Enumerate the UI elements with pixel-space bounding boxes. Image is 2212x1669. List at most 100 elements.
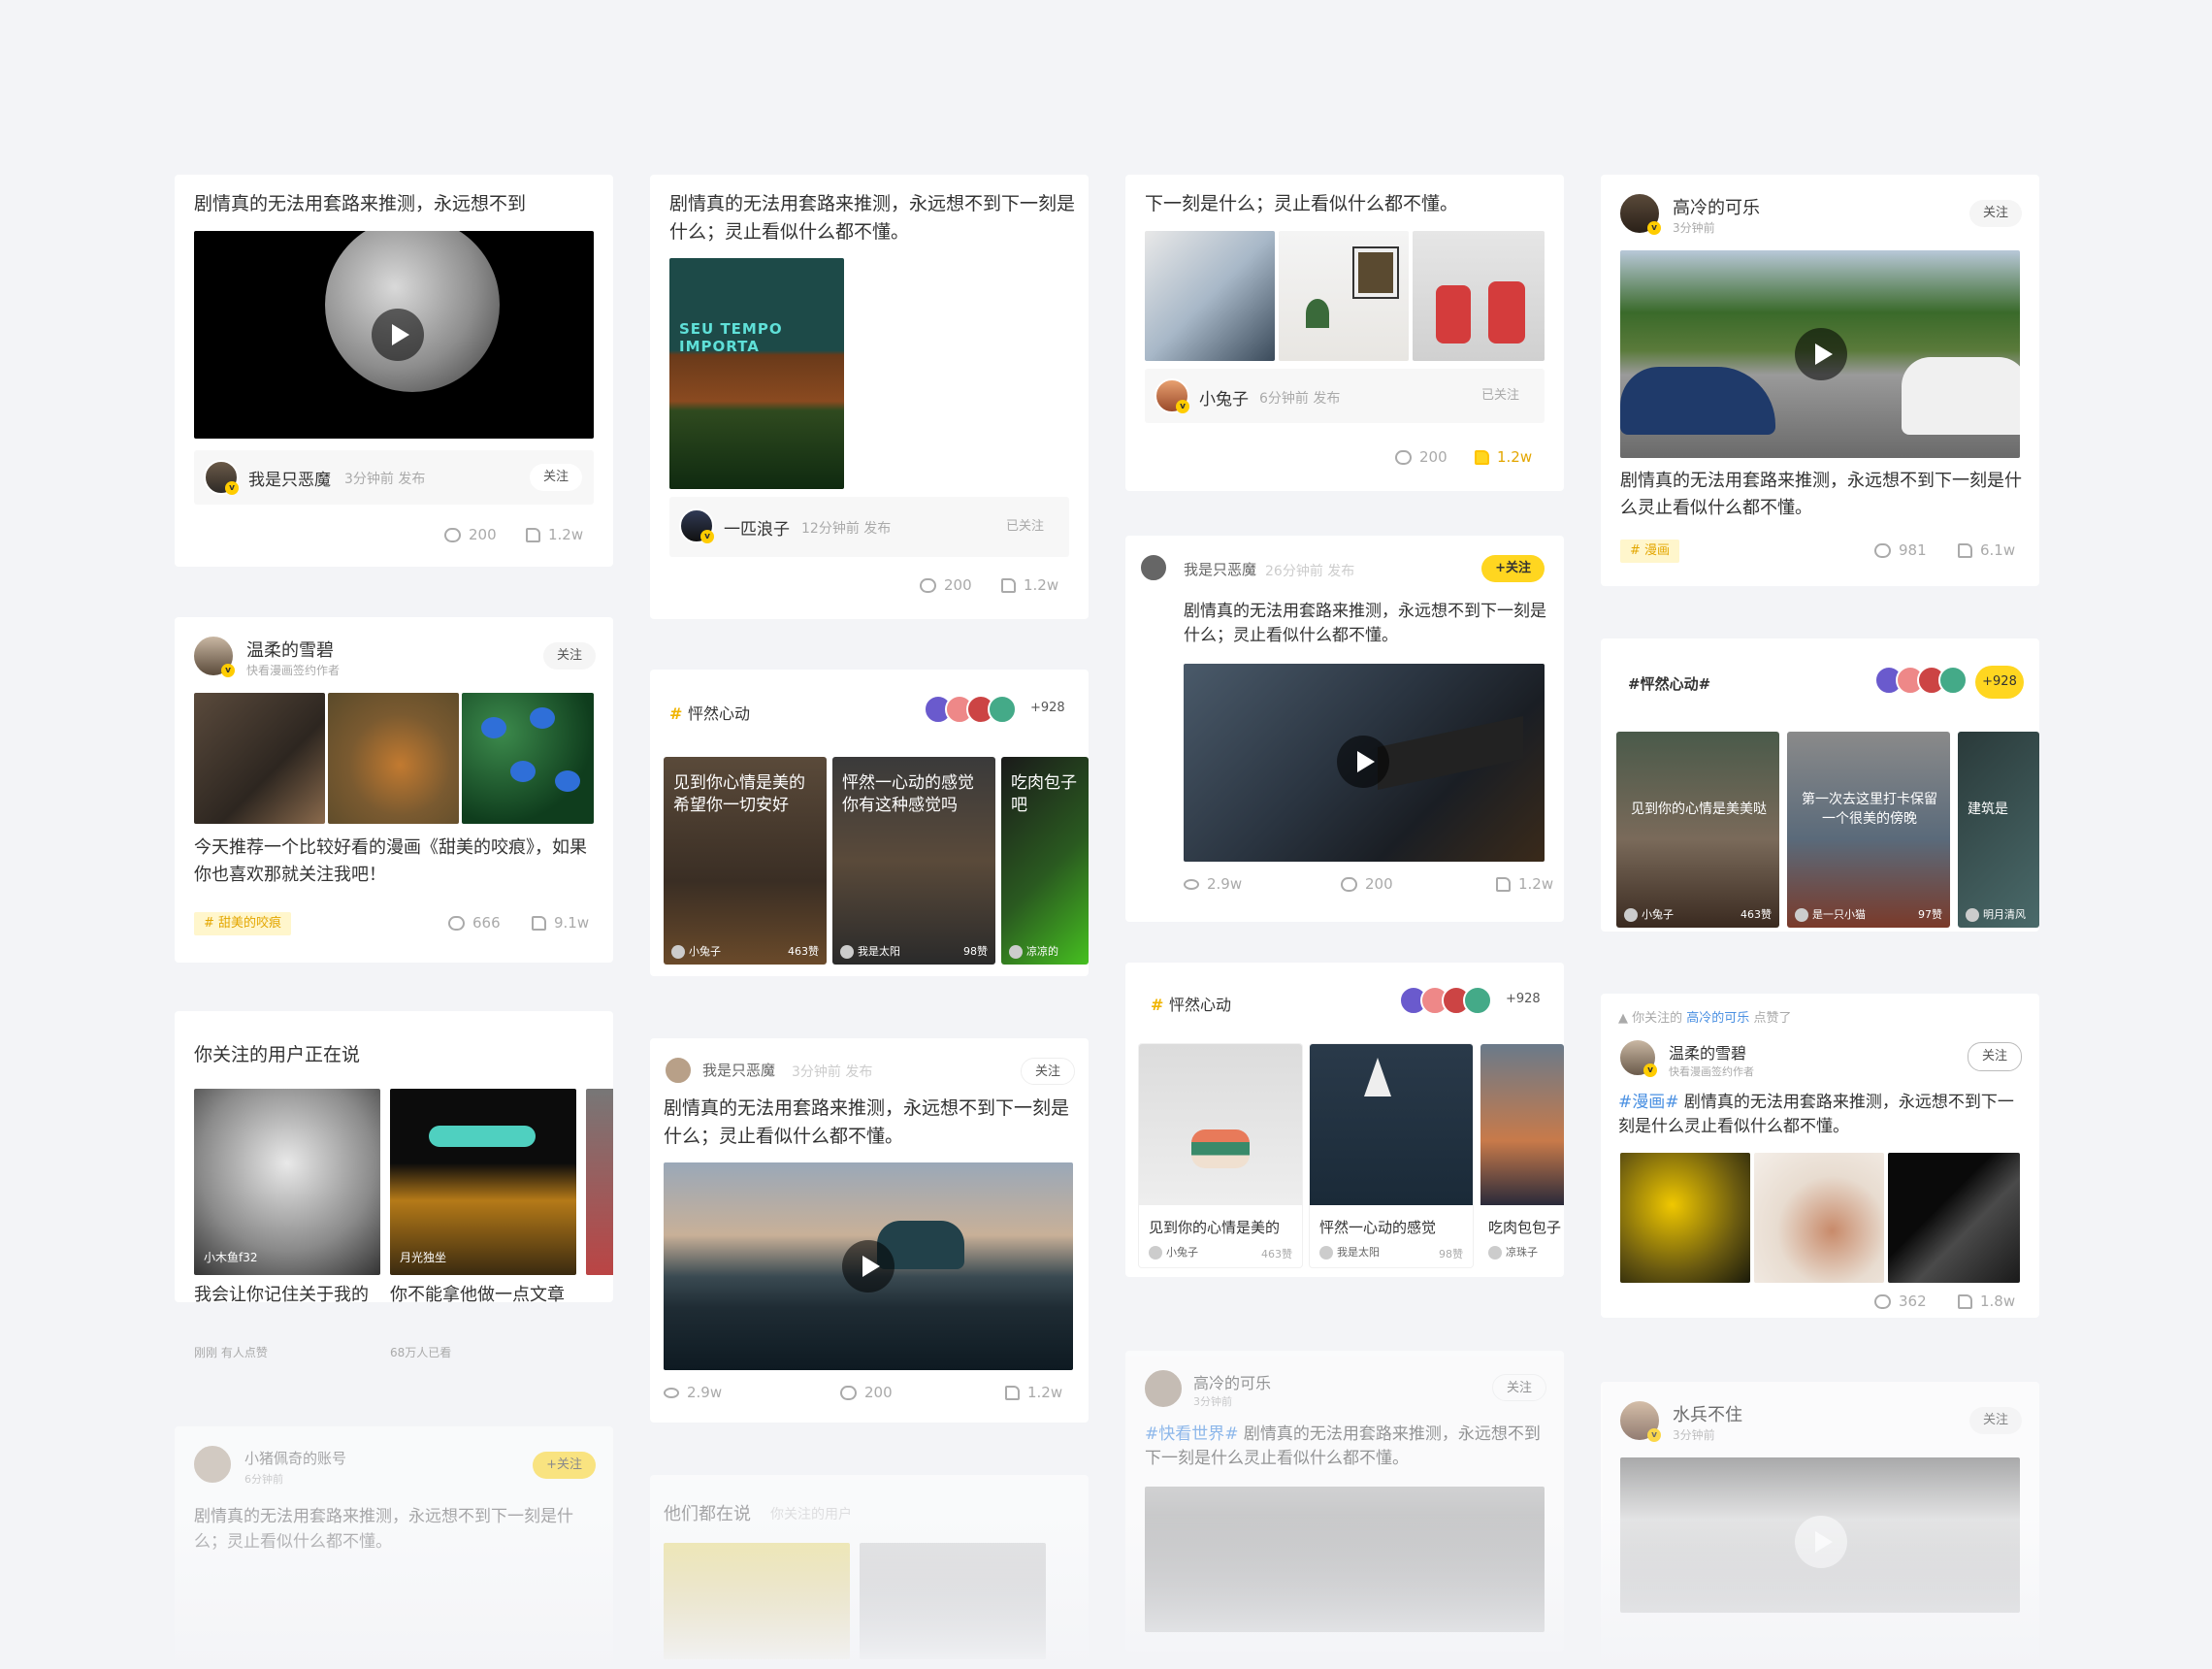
topic-item[interactable]: 见到你的心情是美的 小兔子 463赞	[1139, 1044, 1302, 1267]
topic-tag[interactable]: # 甜美的咬痕	[194, 912, 292, 935]
topic-title[interactable]: # 怦然心动	[669, 701, 750, 724]
car-video-thumbnail[interactable]	[664, 1162, 1073, 1370]
author-name[interactable]: 小猪佩奇的账号	[244, 1448, 346, 1468]
follow-button[interactable]: +关注	[533, 1452, 596, 1479]
participant-count[interactable]: +928	[1506, 992, 1541, 1006]
participant-count[interactable]: +928	[1030, 701, 1065, 715]
triple-image-card[interactable]: 下一刻是什么；灵止看似什么都不懂。 v 小兔子 6分钟前 发布 已关注 200 …	[1125, 175, 1564, 491]
play-icon[interactable]	[1795, 328, 1847, 380]
tiger-photo-thumbnail[interactable]	[328, 693, 459, 824]
like-count[interactable]: 1.2w	[1475, 448, 1532, 466]
author-name[interactable]: 高冷的可乐	[1673, 194, 1760, 219]
follow-button[interactable]: 关注	[1967, 1042, 2022, 1071]
notice-user-link[interactable]: 高冷的可乐	[1686, 1011, 1749, 1026]
sail-shape	[1364, 1058, 1391, 1096]
like-count[interactable]: 9.1w	[532, 914, 589, 932]
follow-button[interactable]: 关注	[1968, 200, 2022, 227]
comment-count[interactable]: 200	[1395, 448, 1448, 466]
item-text[interactable]: 我会让你记住关于我的一切	[194, 1283, 378, 1302]
avatar[interactable]	[664, 1056, 693, 1085]
author-role: 快看漫画签约作者	[246, 664, 341, 677]
moon-video-thumbnail[interactable]	[194, 231, 594, 439]
author-name[interactable]: 我是只恶魔	[1184, 559, 1256, 579]
plant-photo-thumbnail[interactable]	[1279, 231, 1409, 361]
shoes-photo-thumbnail[interactable]: 小木鱼f32	[194, 1089, 380, 1275]
like-count[interactable]: 1.2w	[1005, 1384, 1062, 1401]
follow-button[interactable]: 关注	[1968, 1407, 2022, 1434]
author-name[interactable]: 高冷的可乐	[1193, 1370, 1271, 1393]
street-photo-thumbnail[interactable]	[194, 693, 325, 824]
author-name[interactable]: 小兔子	[1199, 385, 1249, 409]
followed-button[interactable]: 已关注	[1468, 382, 1533, 409]
hashtag-link[interactable]: #快看世界#	[1145, 1424, 1239, 1444]
author-name[interactable]: 温柔的雪碧	[1669, 1040, 1746, 1064]
follow-button[interactable]: 关注	[529, 464, 582, 491]
follow-button[interactable]: +关注	[1481, 555, 1545, 582]
video-post-card[interactable]: v 高冷的可乐 3分钟前 关注 剧情真的无法用套路来推测，永远想不到下一刻是什么…	[1601, 175, 2039, 586]
caution-photo-thumbnail[interactable]	[1620, 1153, 1750, 1283]
drinks-photo-thumbnail[interactable]	[1145, 231, 1275, 361]
like-count[interactable]: 1.2w	[526, 526, 583, 543]
hashtag-link[interactable]: #漫画#	[1618, 1093, 1679, 1112]
topic-item[interactable]: 见到你心情是美的希望你一切安好 小兔子 463赞	[664, 757, 827, 965]
topic-item[interactable]: 见到你的心情是美美哒 小兔子 463赞	[1616, 732, 1779, 928]
play-icon[interactable]	[842, 1240, 895, 1293]
author-name[interactable]: 我是只恶魔	[702, 1060, 775, 1080]
topic-card[interactable]: # 怦然心动 +928 见到你心情是美的希望你一切安好 小兔子 463赞 怦然一心…	[650, 670, 1089, 976]
white-car-shape	[1902, 357, 2020, 435]
comment-count[interactable]: 200	[444, 526, 497, 543]
item-text[interactable]: 你不能拿他做一点文章	[390, 1283, 576, 1302]
like-count[interactable]: 6.1w	[1958, 541, 2015, 559]
comment-count[interactable]: 200	[920, 576, 972, 594]
partial-photo-thumbnail[interactable]	[586, 1089, 613, 1275]
play-icon[interactable]	[372, 309, 424, 361]
video-post-card[interactable]: 剧情真的无法用套路来推测，永远想不到 v 我是只恶魔 3分钟前 发布 关注 20…	[175, 175, 613, 567]
comment-count[interactable]: 981	[1874, 541, 1927, 559]
plant-shape	[1306, 299, 1329, 328]
topic-tag[interactable]: # 漫画	[1620, 540, 1680, 563]
cells-photo-thumbnail[interactable]	[462, 693, 594, 824]
topic-title[interactable]: #怦然心动#	[1628, 673, 1710, 694]
comment-count[interactable]: 200	[840, 1384, 893, 1401]
avatar[interactable]	[1143, 1368, 1184, 1409]
topic-item[interactable]: 第一次去这里打卡保留一个很美的傍晚 是一只小猫 97赞	[1787, 732, 1950, 928]
comment-count[interactable]: 666	[448, 914, 501, 932]
topic-item[interactable]: 吃肉包包子 凉珠子	[1480, 1044, 1564, 1267]
follow-button[interactable]: 关注	[1491, 1374, 1546, 1401]
comic-recommend-card[interactable]: v 温柔的雪碧 快看漫画签约作者 关注 今天推荐一个比较好看的漫画《甜美的咬痕》…	[175, 617, 613, 963]
like-count[interactable]: 1.2w	[1496, 875, 1553, 893]
liked-post-card[interactable]: ▲ 你关注的 高冷的可乐 点赞了 v 温柔的雪碧 快看漫画签约作者 关注 #漫画…	[1601, 994, 2039, 1318]
topic-card[interactable]: #怦然心动# +928 见到你的心情是美美哒 小兔子 463赞 第一次去这里打卡保…	[1601, 638, 2039, 932]
video-post-card[interactable]: 我是只恶魔 26分钟前 发布 +关注 剧情真的无法用套路来推测，永远想不到下一刻…	[1125, 536, 1564, 922]
followed-button[interactable]: 已关注	[992, 513, 1057, 540]
building-photo-thumbnail[interactable]	[1888, 1153, 2020, 1283]
topic-card[interactable]: # 怦然心动 +928 见到你的心情是美的 小兔子 463赞 怦然一心动的感觉 …	[1125, 963, 1564, 1277]
author-name[interactable]: 水兵不住	[1673, 1401, 1742, 1426]
neon-sign-photo[interactable]: SEU TEMPO IMPORTA	[669, 258, 844, 489]
author-name[interactable]: 我是只恶魔	[248, 466, 331, 490]
participant-count[interactable]: +928	[1975, 666, 2024, 699]
follow-button[interactable]: 关注	[542, 642, 596, 670]
subway-video-thumbnail[interactable]	[1184, 664, 1545, 862]
sparkle-photo-thumbnail[interactable]	[1754, 1153, 1884, 1283]
follow-button[interactable]: 关注	[1020, 1058, 1075, 1085]
like-count[interactable]: 1.2w	[1001, 576, 1058, 594]
topic-item[interactable]: 吃肉包子吧 凉凉的	[1001, 757, 1089, 965]
lights-photo-thumbnail[interactable]: 月光独坐	[390, 1089, 576, 1275]
comment-count[interactable]: 200	[1341, 875, 1393, 893]
topic-item[interactable]: 怦然一心动的感觉 我是太阳 98赞	[1310, 1044, 1473, 1267]
cars-video-thumbnail[interactable]	[1620, 250, 2020, 458]
like-count[interactable]: 1.8w	[1958, 1293, 2015, 1310]
topic-item[interactable]: 怦然一心动的感觉你有这种感觉吗 我是太阳 98赞	[832, 757, 995, 965]
avatar[interactable]	[1139, 553, 1168, 582]
people-photo-thumbnail[interactable]	[1413, 231, 1545, 361]
author-name[interactable]: 温柔的雪碧	[246, 637, 334, 662]
video-post-card[interactable]: 我是只恶魔 3分钟前 发布 关注 剧情真的无法用套路来推测，永远想不到下一刻是什…	[650, 1038, 1089, 1423]
avatar[interactable]	[192, 1444, 233, 1485]
topic-item[interactable]: 建筑是 明月清风	[1958, 732, 2039, 928]
topic-title[interactable]: # 怦然心动	[1151, 992, 1231, 1015]
play-icon[interactable]	[1337, 736, 1389, 788]
author-name[interactable]: 一匹浪子	[724, 515, 790, 540]
comment-count[interactable]: 362	[1874, 1293, 1927, 1310]
image-post-card[interactable]: 剧情真的无法用套路来推测，永远想不到下一刻是什么；灵止看似什么都不懂。 SEU …	[650, 175, 1089, 619]
